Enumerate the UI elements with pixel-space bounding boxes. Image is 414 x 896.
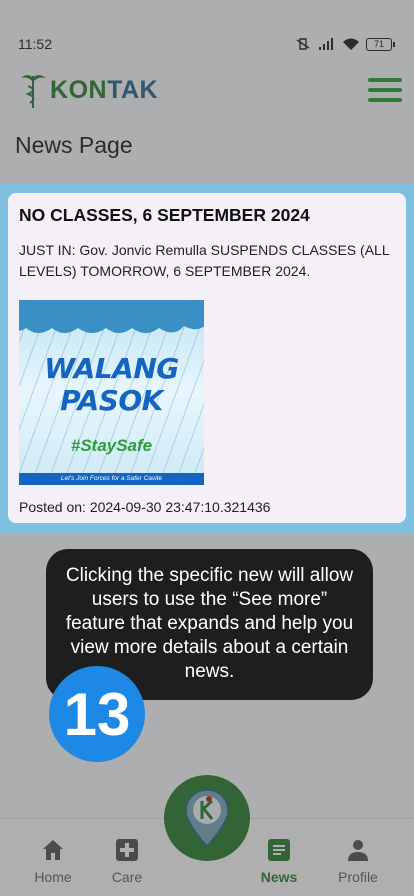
news-title: NO CLASSES, 6 SEPTEMBER 2024 [19,205,310,225]
app-screen: 11:52 71 K ON TAK News Page NO CLASSES, 6 … [0,0,414,896]
image-footer-text: Let's Join Forces for a Safer Cavite [19,473,204,485]
news-image: WALANG PASOK #StaySafe Let's Join Forces… [19,300,204,485]
news-body: JUST IN: Gov. Jonvic Remulla SUSPENDS CL… [19,242,390,279]
image-text-pasok: PASOK [60,384,163,417]
image-hashtag: #StaySafe [70,436,153,455]
image-text-walang: WALANG [44,352,179,385]
news-card[interactable]: NO CLASSES, 6 SEPTEMBER 2024 JUST IN: Go… [8,193,406,523]
cloud-graphic [19,300,204,333]
news-posted-date: Posted on: 2024-09-30 23:47:10.321436 [19,499,271,515]
tutorial-step-badge: 13 [49,666,145,762]
overlay-dim-top [0,0,414,184]
